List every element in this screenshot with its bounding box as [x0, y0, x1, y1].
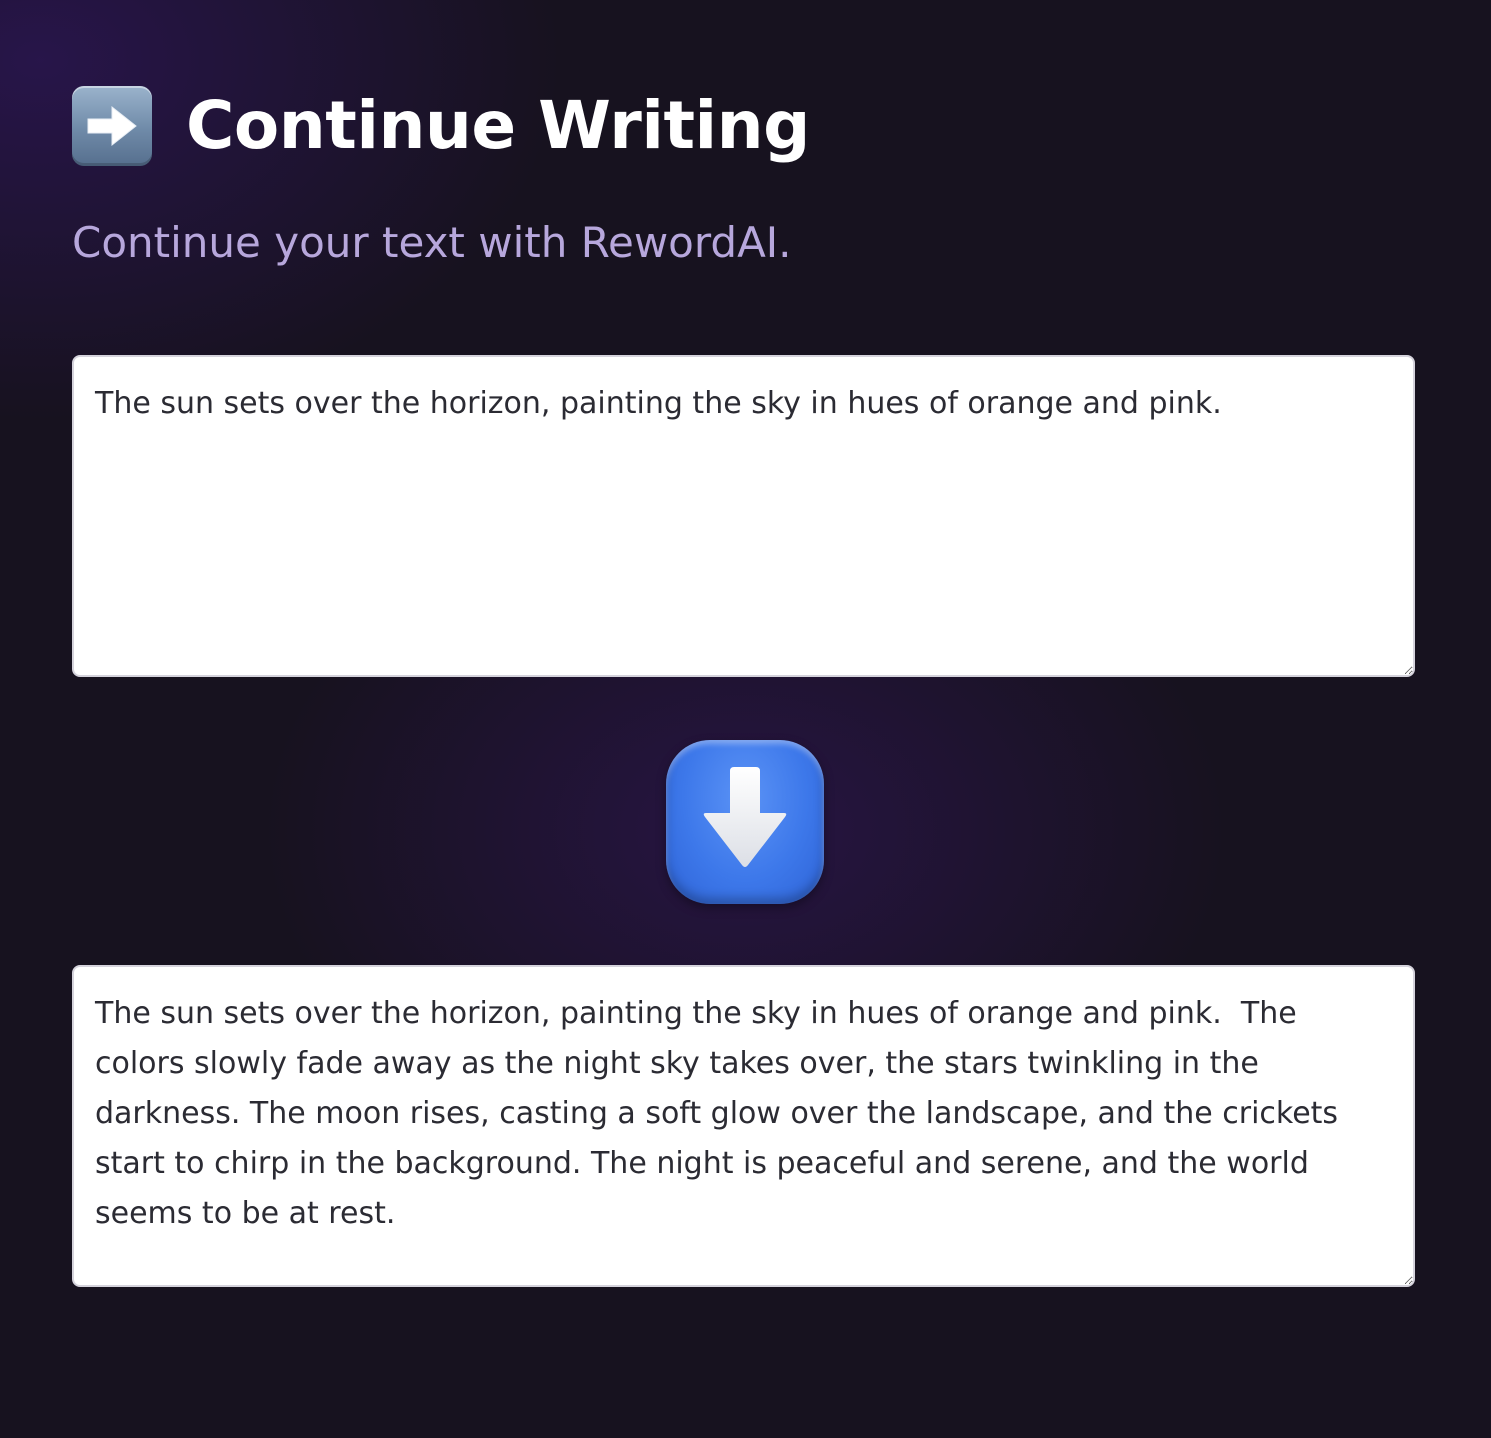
- page-title: Continue Writing: [186, 87, 810, 164]
- right-arrow-icon: [72, 86, 152, 166]
- down-arrow-icon: [703, 767, 787, 867]
- output-textarea[interactable]: The sun sets over the horizon, painting …: [72, 965, 1415, 1287]
- continue-button[interactable]: [666, 740, 824, 904]
- input-textarea[interactable]: The sun sets over the horizon, painting …: [72, 355, 1415, 677]
- page-header: Continue Writing: [72, 84, 810, 168]
- page-subtitle: Continue your text with RewordAI.: [72, 218, 792, 267]
